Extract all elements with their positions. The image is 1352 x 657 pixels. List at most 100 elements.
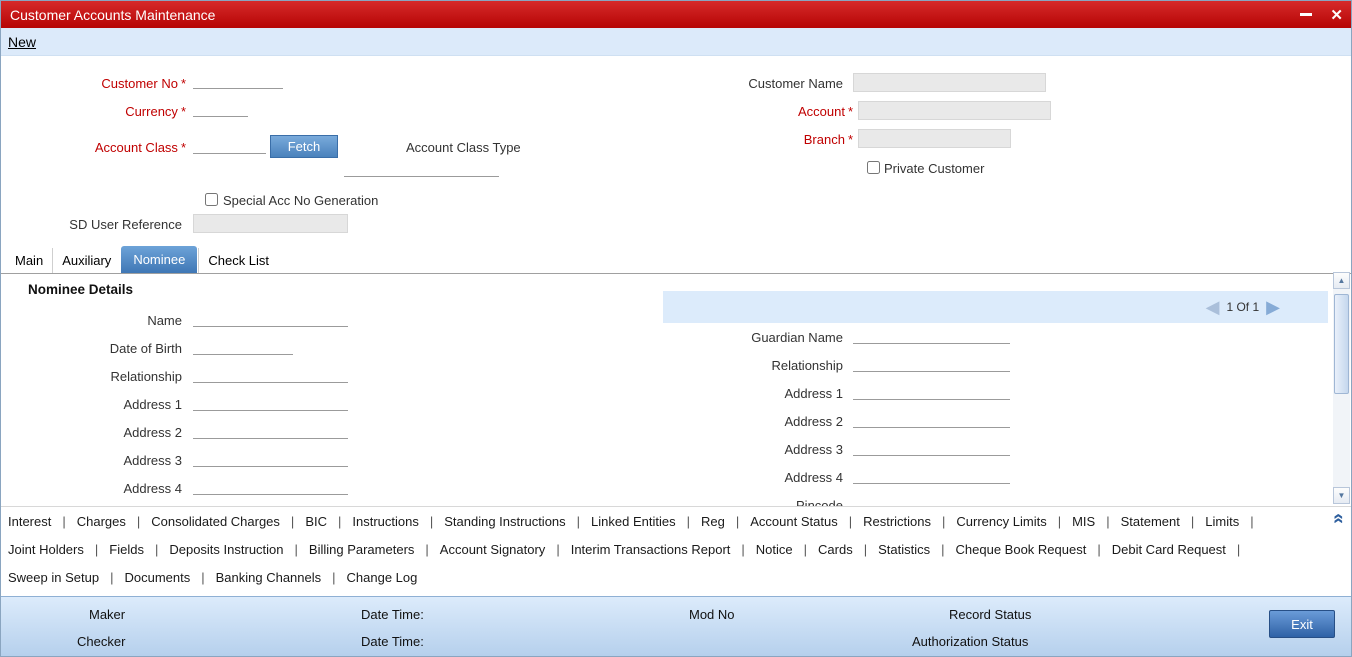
pager-next-button[interactable]: ▶ xyxy=(1266,298,1280,316)
minimize-button[interactable] xyxy=(1300,13,1313,16)
date-of-birth-label: Date of Birth xyxy=(109,341,182,356)
guardian-address3-input[interactable] xyxy=(853,439,1010,456)
private-customer-checkbox[interactable] xyxy=(867,161,880,174)
action-link[interactable]: Cheque Book Request xyxy=(956,542,1112,557)
action-link[interactable]: Notice xyxy=(756,542,818,557)
tab-auxiliary[interactable]: Auxiliary xyxy=(52,248,120,273)
action-link[interactable]: Account Status xyxy=(750,514,863,529)
window-controls: ✕ xyxy=(1300,1,1343,28)
customer-no-input[interactable] xyxy=(193,72,283,89)
scroll-up-icon: ▲ xyxy=(1337,276,1346,285)
relationship-input[interactable] xyxy=(193,366,348,383)
required-marker: * xyxy=(180,140,186,155)
fetch-button[interactable]: Fetch xyxy=(270,135,338,158)
action-link[interactable]: Charges xyxy=(77,514,152,529)
account-class-input[interactable] xyxy=(193,137,266,154)
currency-input[interactable] xyxy=(193,100,248,117)
customer-no-label: Customer No * xyxy=(101,76,186,91)
action-link[interactable]: Reg xyxy=(701,514,750,529)
nominee-name-label: Name xyxy=(147,313,182,328)
action-link[interactable]: BIC xyxy=(305,514,352,529)
close-icon: ✕ xyxy=(1330,6,1343,24)
address3-label: Address 3 xyxy=(123,453,182,468)
footer: Maker Date Time: Mod No Record Status Ch… xyxy=(1,596,1351,656)
titlebar: Customer Accounts Maintenance ✕ xyxy=(1,1,1351,28)
pager-prev-button[interactable]: ◀ xyxy=(1206,298,1220,316)
vertical-scrollbar[interactable]: ▲ ▼ xyxy=(1333,272,1350,504)
collapse-panel-chevron-icon[interactable]: « xyxy=(1328,513,1349,524)
special-acc-no-generation-label: Special Acc No Generation xyxy=(223,193,379,208)
action-link[interactable]: Debit Card Request xyxy=(1112,542,1252,557)
action-link[interactable]: Consolidated Charges xyxy=(151,514,305,529)
action-link[interactable]: Change Log xyxy=(347,570,418,585)
scroll-down-button[interactable]: ▼ xyxy=(1333,487,1350,504)
action-link[interactable]: Account Signatory xyxy=(440,542,571,557)
customer-name-label: Customer Name xyxy=(748,76,843,91)
action-link[interactable]: Banking Channels xyxy=(216,570,347,585)
guardian-address4-input[interactable] xyxy=(853,467,1010,484)
action-link[interactable]: Cards xyxy=(818,542,878,557)
private-customer-label: Private Customer xyxy=(884,161,985,176)
action-link[interactable]: Sweep in Setup xyxy=(8,570,124,585)
maker-label: Maker xyxy=(89,607,126,622)
scroll-up-button[interactable]: ▲ xyxy=(1333,272,1350,289)
nominee-tab-content: Nominee Details ◀ 1 Of 1 ▶ Name Date of … xyxy=(1,274,1333,506)
guardian-address2-input[interactable] xyxy=(853,411,1010,428)
pager-next-icon: ▶ xyxy=(1266,297,1280,317)
currency-label: Currency * xyxy=(125,104,186,119)
action-link[interactable]: Billing Parameters xyxy=(309,542,440,557)
new-button[interactable]: New xyxy=(8,34,36,50)
customer-name-input xyxy=(853,73,1046,92)
action-link[interactable]: Linked Entities xyxy=(591,514,701,529)
account-class-type-input[interactable] xyxy=(344,160,499,177)
scroll-down-icon: ▼ xyxy=(1337,491,1346,500)
tab-nominee[interactable]: Nominee xyxy=(121,246,198,273)
nominee-details-heading: Nominee Details xyxy=(28,282,134,297)
action-link[interactable]: Joint Holders xyxy=(8,542,109,557)
guardian-address1-label: Address 1 xyxy=(784,386,843,401)
address1-input[interactable] xyxy=(193,394,348,411)
date-time-label-2: Date Time: xyxy=(361,634,424,649)
action-link[interactable]: Standing Instructions xyxy=(444,514,591,529)
guardian-address4-label: Address 4 xyxy=(784,470,843,485)
action-link[interactable]: Interest xyxy=(8,514,77,529)
action-link[interactable]: Fields xyxy=(109,542,169,557)
guardian-address3-label: Address 3 xyxy=(784,442,843,457)
tabbar: Main Auxiliary Nominee Check List xyxy=(1,246,1351,274)
required-marker: * xyxy=(847,132,853,147)
branch-label: Branch * xyxy=(803,132,853,147)
tab-main[interactable]: Main xyxy=(6,248,52,273)
address4-input[interactable] xyxy=(193,478,348,495)
nominee-name-input[interactable] xyxy=(193,310,348,327)
action-link[interactable]: Statement xyxy=(1121,514,1206,529)
required-marker: * xyxy=(847,104,853,119)
guardian-relationship-input[interactable] xyxy=(853,355,1010,372)
action-link[interactable]: Limits xyxy=(1205,514,1264,529)
guardian-address1-input[interactable] xyxy=(853,383,1010,400)
toolbar: New xyxy=(1,28,1351,56)
action-link[interactable]: Interim Transactions Report xyxy=(571,542,756,557)
account-class-label: Account Class * xyxy=(94,140,186,155)
close-button[interactable]: ✕ xyxy=(1330,6,1343,24)
action-link[interactable]: Documents xyxy=(124,570,215,585)
exit-button[interactable]: Exit xyxy=(1269,610,1335,638)
sd-user-reference-input xyxy=(193,214,348,233)
date-of-birth-input[interactable] xyxy=(193,338,293,355)
address2-input[interactable] xyxy=(193,422,348,439)
pincode-label: Pincode xyxy=(796,498,843,506)
action-link[interactable]: Restrictions xyxy=(863,514,956,529)
address2-label: Address 2 xyxy=(123,425,182,440)
action-link[interactable]: Statistics xyxy=(878,542,955,557)
account-class-type-label: Account Class Type xyxy=(406,140,521,155)
special-acc-no-generation-checkbox[interactable] xyxy=(205,193,218,206)
action-link[interactable]: Instructions xyxy=(352,514,444,529)
scrollbar-thumb[interactable] xyxy=(1334,294,1349,394)
tab-check-list[interactable]: Check List xyxy=(198,248,278,273)
action-link[interactable]: Currency Limits xyxy=(956,514,1072,529)
guardian-address2-label: Address 2 xyxy=(784,414,843,429)
guardian-name-input[interactable] xyxy=(853,327,1010,344)
action-link[interactable]: Deposits Instruction xyxy=(169,542,309,557)
action-link[interactable]: MIS xyxy=(1072,514,1121,529)
customer-accounts-maintenance-window: Customer Accounts Maintenance ✕ New Cust… xyxy=(0,0,1352,657)
address3-input[interactable] xyxy=(193,450,348,467)
